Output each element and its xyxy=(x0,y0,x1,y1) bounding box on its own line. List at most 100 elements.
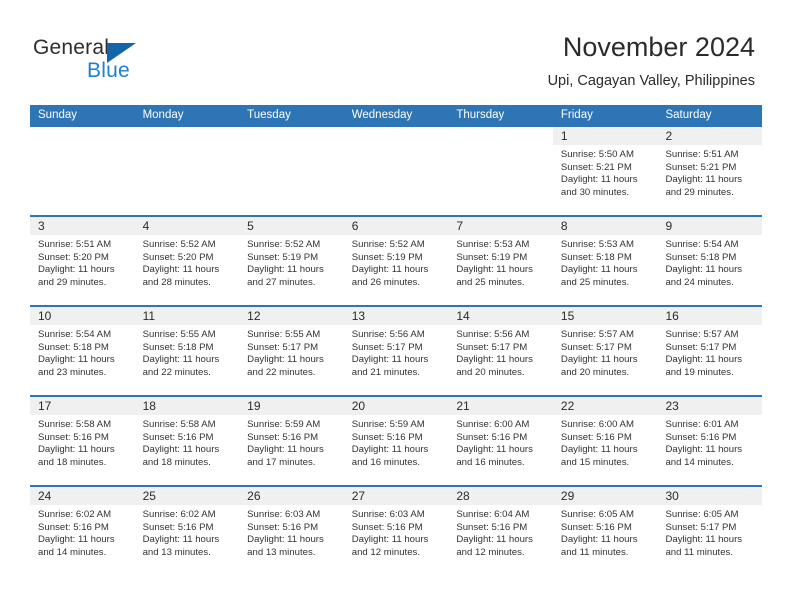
sunset-text: Sunset: 5:20 PM xyxy=(38,251,109,263)
day-number: 17 xyxy=(38,399,52,413)
day-cell[interactable]: 24 Sunrise: 6:02 AM Sunset: 5:16 PM Dayl… xyxy=(30,487,135,575)
day-number-band xyxy=(30,127,135,145)
daylight-text-line2: and 13 minutes. xyxy=(247,546,316,558)
day-info: Sunrise: 5:53 AM Sunset: 5:19 PM Dayligh… xyxy=(448,235,553,289)
daylight-text-line1: Daylight: 11 hours xyxy=(142,354,220,366)
daylight-text-line1: Daylight: 11 hours xyxy=(456,444,533,456)
day-number-band: 2 xyxy=(657,127,763,145)
sunrise-text: Sunrise: 6:02 AM xyxy=(142,509,216,520)
day-cell[interactable]: 4 Sunrise: 5:52 AM Sunset: 5:20 PM Dayli… xyxy=(134,217,240,305)
day-cell[interactable]: 14 Sunrise: 5:56 AM Sunset: 5:17 PM Dayl… xyxy=(448,307,553,395)
day-number-band xyxy=(239,127,344,145)
day-info: Sunrise: 5:52 AM Sunset: 5:20 PM Dayligh… xyxy=(135,235,240,289)
daylight-text-line1: Daylight: 11 hours xyxy=(351,354,429,366)
day-number-band: 28 xyxy=(448,487,553,505)
sunrise-text: Sunrise: 6:00 AM xyxy=(456,419,530,430)
day-cell[interactable]: 28 Sunrise: 6:04 AM Sunset: 5:16 PM Dayl… xyxy=(448,487,553,575)
day-info: Sunrise: 5:55 AM Sunset: 5:18 PM Dayligh… xyxy=(135,325,240,379)
daylight-text-line1: Daylight: 11 hours xyxy=(142,444,220,456)
day-number: 21 xyxy=(456,399,470,413)
day-number-band: 25 xyxy=(134,487,240,505)
daylight-text-line2: and 27 minutes. xyxy=(247,276,316,288)
daylight-text-line2: and 18 minutes. xyxy=(38,456,107,468)
day-cell[interactable]: 25 Sunrise: 6:02 AM Sunset: 5:16 PM Dayl… xyxy=(134,487,240,575)
day-cell[interactable]: 29 Sunrise: 6:05 AM Sunset: 5:16 PM Dayl… xyxy=(552,487,658,575)
day-number: 28 xyxy=(456,489,470,503)
daylight-text-line1: Daylight: 11 hours xyxy=(560,174,638,186)
sunrise-text: Sunrise: 6:00 AM xyxy=(560,419,634,430)
day-cell[interactable]: 16 Sunrise: 5:57 AM Sunset: 5:17 PM Dayl… xyxy=(657,307,763,395)
day-number-band: 18 xyxy=(134,397,240,415)
daylight-text-line2: and 18 minutes. xyxy=(142,456,211,468)
day-cell[interactable]: 23 Sunrise: 6:01 AM Sunset: 5:16 PM Dayl… xyxy=(657,397,763,485)
day-number: 4 xyxy=(142,219,150,233)
day-cell[interactable]: 27 Sunrise: 6:03 AM Sunset: 5:16 PM Dayl… xyxy=(343,487,449,575)
daylight-text-line1: Daylight: 11 hours xyxy=(665,264,743,276)
daylight-text-line2: and 22 minutes. xyxy=(247,366,316,378)
day-number-band: 13 xyxy=(343,307,449,325)
day-number-band: 12 xyxy=(239,307,344,325)
day-number-band: 21 xyxy=(448,397,553,415)
day-info: Sunrise: 6:00 AM Sunset: 5:16 PM Dayligh… xyxy=(553,415,658,469)
day-cell[interactable]: 7 Sunrise: 5:53 AM Sunset: 5:19 PM Dayli… xyxy=(448,217,553,305)
day-cell[interactable]: 17 Sunrise: 5:58 AM Sunset: 5:16 PM Dayl… xyxy=(30,397,135,485)
day-cell[interactable]: 11 Sunrise: 5:55 AM Sunset: 5:18 PM Dayl… xyxy=(134,307,240,395)
day-number-band: 4 xyxy=(134,217,240,235)
sunrise-text: Sunrise: 6:03 AM xyxy=(351,509,425,520)
daylight-text-line2: and 11 minutes. xyxy=(665,546,734,558)
sunset-text: Sunset: 5:16 PM xyxy=(560,431,632,443)
day-cell[interactable]: 9 Sunrise: 5:54 AM Sunset: 5:18 PM Dayli… xyxy=(657,217,763,305)
day-cell[interactable]: 19 Sunrise: 5:59 AM Sunset: 5:16 PM Dayl… xyxy=(239,397,344,485)
day-cell[interactable]: 20 Sunrise: 5:59 AM Sunset: 5:16 PM Dayl… xyxy=(343,397,449,485)
day-info: Sunrise: 6:02 AM Sunset: 5:16 PM Dayligh… xyxy=(30,505,135,559)
day-number: 27 xyxy=(351,489,366,503)
day-cell[interactable]: 10 Sunrise: 5:54 AM Sunset: 5:18 PM Dayl… xyxy=(30,307,135,395)
day-cell[interactable]: 5 Sunrise: 5:52 AM Sunset: 5:19 PM Dayli… xyxy=(239,217,344,305)
day-number: 3 xyxy=(38,219,45,233)
day-cell[interactable]: 1 Sunrise: 5:50 AM Sunset: 5:21 PM Dayli… xyxy=(552,127,658,215)
day-cell[interactable]: 15 Sunrise: 5:57 AM Sunset: 5:17 PM Dayl… xyxy=(552,307,658,395)
day-cell[interactable]: 8 Sunrise: 5:53 AM Sunset: 5:18 PM Dayli… xyxy=(552,217,658,305)
day-number-band: 30 xyxy=(657,487,763,505)
weekday-sunday: Sunday xyxy=(38,109,78,121)
day-cell[interactable]: 12 Sunrise: 5:55 AM Sunset: 5:17 PM Dayl… xyxy=(239,307,344,395)
daylight-text-line2: and 29 minutes. xyxy=(38,276,107,288)
daylight-text-line1: Daylight: 11 hours xyxy=(665,444,743,456)
day-cell[interactable]: 18 Sunrise: 5:58 AM Sunset: 5:16 PM Dayl… xyxy=(134,397,240,485)
day-number-band: 19 xyxy=(239,397,344,415)
sunrise-text: Sunrise: 6:05 AM xyxy=(560,509,634,520)
daylight-text-line2: and 20 minutes. xyxy=(560,366,630,378)
day-number-band xyxy=(448,127,553,145)
day-number: 24 xyxy=(38,489,52,503)
generalblue-logo[interactable]: General Blue xyxy=(33,36,213,88)
daylight-text-line2: and 24 minutes. xyxy=(665,276,734,288)
day-cell[interactable]: 13 Sunrise: 5:56 AM Sunset: 5:17 PM Dayl… xyxy=(343,307,449,395)
day-cell[interactable]: 2 Sunrise: 5:51 AM Sunset: 5:21 PM Dayli… xyxy=(657,127,763,215)
day-number: 10 xyxy=(38,309,52,323)
daylight-text-line1: Daylight: 11 hours xyxy=(560,534,638,546)
daylight-text-line2: and 21 minutes. xyxy=(351,366,421,378)
day-number: 29 xyxy=(560,489,575,503)
sunset-text: Sunset: 5:17 PM xyxy=(456,341,528,353)
day-cell[interactable]: 22 Sunrise: 6:00 AM Sunset: 5:16 PM Dayl… xyxy=(552,397,658,485)
day-cell[interactable]: 21 Sunrise: 6:00 AM Sunset: 5:16 PM Dayl… xyxy=(448,397,553,485)
daylight-text-line1: Daylight: 11 hours xyxy=(351,444,429,456)
day-cell[interactable]: 3 Sunrise: 5:51 AM Sunset: 5:20 PM Dayli… xyxy=(30,217,135,305)
day-cell[interactable]: 30 Sunrise: 6:05 AM Sunset: 5:17 PM Dayl… xyxy=(657,487,763,575)
daylight-text-line1: Daylight: 11 hours xyxy=(456,534,533,546)
day-number: 13 xyxy=(351,309,366,323)
day-cell[interactable]: 6 Sunrise: 5:52 AM Sunset: 5:19 PM Dayli… xyxy=(343,217,449,305)
sunrise-text: Sunrise: 5:56 AM xyxy=(351,329,425,340)
sunset-text: Sunset: 5:16 PM xyxy=(456,521,528,533)
day-number: 18 xyxy=(142,399,156,413)
day-number: 26 xyxy=(247,489,261,503)
daylight-text-line2: and 28 minutes. xyxy=(142,276,211,288)
sunrise-text: Sunrise: 6:01 AM xyxy=(665,419,739,430)
sunrise-text: Sunrise: 5:57 AM xyxy=(560,329,634,340)
day-cell[interactable]: 26 Sunrise: 6:03 AM Sunset: 5:16 PM Dayl… xyxy=(239,487,344,575)
daylight-text-line1: Daylight: 11 hours xyxy=(38,264,115,276)
day-number: 19 xyxy=(247,399,261,413)
logo-text-general: General xyxy=(33,36,110,59)
day-info: Sunrise: 5:59 AM Sunset: 5:16 PM Dayligh… xyxy=(344,415,449,469)
sunset-text: Sunset: 5:16 PM xyxy=(38,431,109,443)
